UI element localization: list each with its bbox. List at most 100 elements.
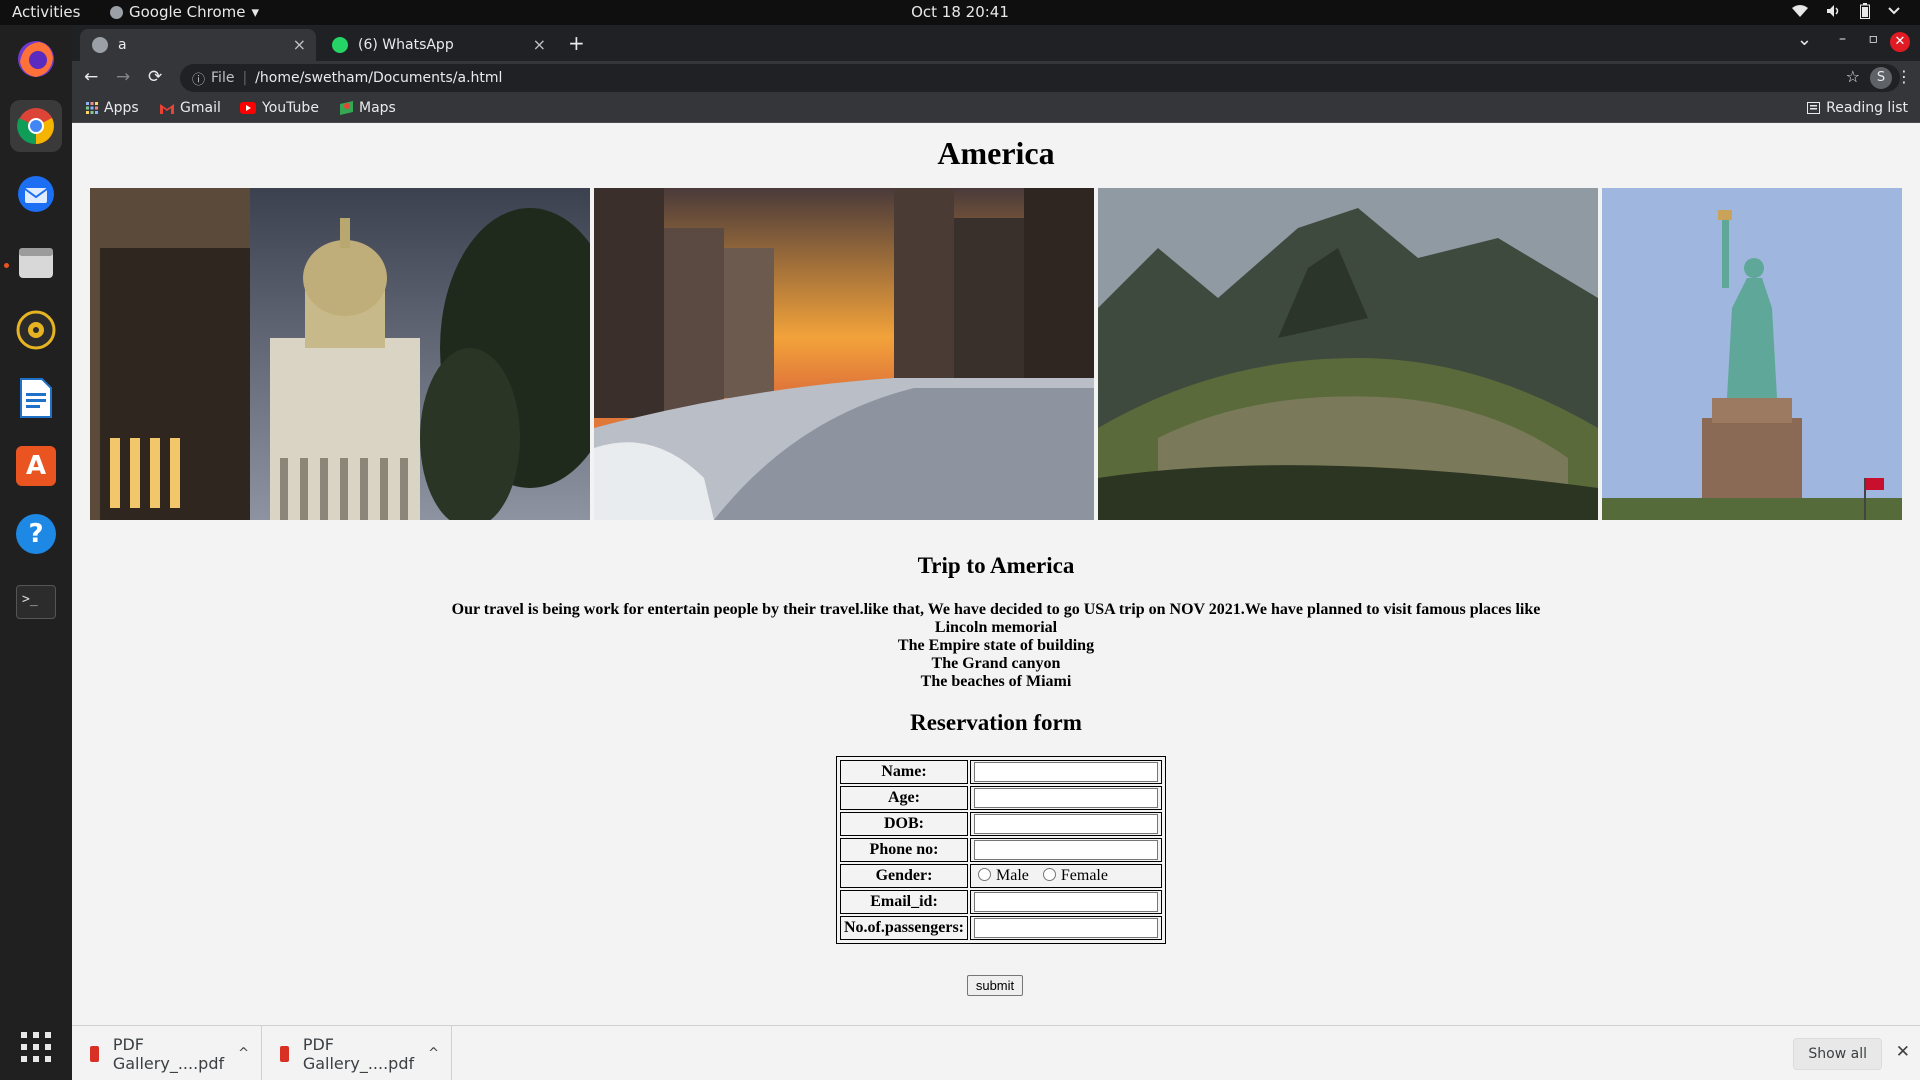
- tab-close-icon[interactable]: ×: [533, 35, 546, 54]
- age-input[interactable]: [974, 788, 1158, 808]
- tab-title: a: [118, 37, 127, 53]
- url-text[interactable]: /home/swetham/Documents/a.html: [255, 70, 502, 86]
- gmail-icon: [160, 103, 174, 114]
- close-shelf-icon[interactable]: ✕: [1896, 1042, 1910, 1062]
- chevron-up-icon[interactable]: ^: [428, 1046, 439, 1061]
- form-row-email: Email_id:: [840, 890, 1162, 914]
- url-separator: |: [242, 70, 248, 86]
- firefox-icon[interactable]: [10, 33, 62, 85]
- bookmark-gmail[interactable]: Gmail: [160, 100, 221, 116]
- files-icon[interactable]: [10, 236, 62, 288]
- gender-label: Gender:: [840, 864, 968, 888]
- trip-heading: Trip to America: [917, 553, 1075, 578]
- phone-input[interactable]: [974, 840, 1158, 860]
- passengers-label: No.of.passengers:: [840, 916, 968, 940]
- clock[interactable]: Oct 18 20:41: [0, 3, 1920, 21]
- chrome-small-icon: [110, 5, 123, 19]
- restore-button[interactable]: ▫: [1869, 31, 1879, 47]
- dob-label: DOB:: [840, 812, 968, 836]
- reload-icon[interactable]: ⟳: [148, 67, 162, 87]
- form-row-phone: Phone no:: [840, 838, 1162, 862]
- rhythmbox-icon[interactable]: [10, 304, 62, 356]
- system-tray[interactable]: [1792, 3, 1900, 19]
- bookmark-star-icon[interactable]: ☆: [1846, 67, 1860, 86]
- info-icon[interactable]: ⓘ: [192, 69, 205, 88]
- download-filename: PDF Gallery_....pdf: [112, 1034, 225, 1073]
- bookmark-label: Maps: [359, 100, 396, 116]
- reservation-heading: Reservation form: [910, 710, 1082, 735]
- address-bar[interactable]: ⓘ File | /home/swetham/Documents/a.html: [180, 64, 1900, 92]
- whatsapp-icon: [332, 37, 348, 53]
- bookmark-label: Apps: [104, 100, 139, 116]
- bookmark-maps[interactable]: Maps: [340, 100, 396, 116]
- tab-title: (6) WhatsApp: [358, 37, 454, 53]
- name-label: Name:: [840, 760, 968, 784]
- tab-a[interactable]: a ×: [80, 29, 316, 61]
- male-radio[interactable]: [978, 868, 991, 881]
- show-applications-icon[interactable]: [19, 1030, 53, 1064]
- form-row-gender: Gender: Male Female: [840, 864, 1162, 888]
- show-all-button[interactable]: Show all: [1793, 1038, 1882, 1070]
- dob-input[interactable]: [974, 814, 1158, 834]
- maps-icon: [340, 101, 353, 115]
- intro-text: Our travel is being work for entertain p…: [72, 601, 1920, 691]
- power-menu-chevron-icon: [1888, 7, 1900, 15]
- writer-icon[interactable]: [10, 372, 62, 424]
- profile-avatar[interactable]: S: [1870, 67, 1892, 89]
- bookmarks-bar: Apps Gmail YouTube Maps Reading list: [72, 95, 1920, 123]
- software-icon[interactable]: A: [10, 440, 62, 492]
- reading-list-button[interactable]: Reading list: [1807, 100, 1908, 116]
- gender-options: Male Female: [970, 864, 1162, 888]
- chevron-down-icon: ▾: [251, 3, 260, 21]
- terminal-icon[interactable]: >_: [10, 576, 62, 628]
- pdf-icon: [90, 1045, 99, 1062]
- help-icon[interactable]: ?: [10, 508, 62, 560]
- chrome-menu-icon[interactable]: ⋮: [1896, 67, 1912, 86]
- tab-strip: a × (6) WhatsApp × + ⌄ – ▫ ✕: [72, 25, 1920, 61]
- bookmark-apps[interactable]: Apps: [86, 100, 139, 116]
- new-tab-button[interactable]: +: [568, 31, 585, 55]
- age-cell: [970, 786, 1162, 810]
- download-item[interactable]: PDF Gallery_....pdf ^: [262, 1026, 452, 1080]
- download-item[interactable]: PDF Gallery_....pdf ^: [72, 1026, 262, 1080]
- email-input[interactable]: [974, 892, 1158, 912]
- browser-toolbar: ← → ⟳ ⓘ File | /home/swetham/Documents/a…: [72, 61, 1920, 95]
- tab-search-icon[interactable]: ⌄: [1797, 29, 1812, 50]
- close-window-button[interactable]: ✕: [1890, 32, 1910, 52]
- running-indicator: [4, 263, 9, 268]
- dob-cell: [970, 812, 1162, 836]
- form-row-age: Age:: [840, 786, 1162, 810]
- chevron-up-icon[interactable]: ^: [238, 1046, 249, 1061]
- url-scheme: File: [211, 70, 235, 86]
- frozen-river-city-photo: [594, 188, 1094, 520]
- app-menu[interactable]: Google Chrome ▾: [110, 3, 259, 21]
- dock: A ? >_: [0, 25, 72, 1080]
- name-input[interactable]: [974, 762, 1158, 782]
- battery-icon: [1860, 3, 1870, 19]
- email-label: Email_id:: [840, 890, 968, 914]
- terminal-glyph: >_: [16, 585, 56, 619]
- page-heading: America: [937, 135, 1055, 171]
- tab-whatsapp[interactable]: (6) WhatsApp ×: [320, 29, 556, 61]
- form-row-name: Name:: [840, 760, 1162, 784]
- tab-close-icon[interactable]: ×: [293, 35, 306, 54]
- submit-button[interactable]: submit: [967, 975, 1023, 996]
- minimize-button[interactable]: –: [1839, 31, 1846, 47]
- forward-arrow-icon[interactable]: →: [116, 67, 130, 87]
- activities-button[interactable]: Activities: [12, 3, 80, 21]
- place-item: The Empire state of building: [897, 637, 1095, 654]
- app-menu-label: Google Chrome: [129, 3, 246, 21]
- bookmark-youtube[interactable]: YouTube: [240, 100, 319, 116]
- reading-list-label: Reading list: [1826, 100, 1908, 116]
- pdf-icon: [280, 1045, 289, 1062]
- form-row-dob: DOB:: [840, 812, 1162, 836]
- place-item: The beaches of Miami: [920, 673, 1072, 690]
- phone-label: Phone no:: [840, 838, 968, 862]
- back-arrow-icon[interactable]: ←: [84, 67, 98, 87]
- passengers-input[interactable]: [974, 918, 1158, 938]
- thunderbird-icon[interactable]: [10, 168, 62, 220]
- female-radio[interactable]: [1042, 868, 1056, 881]
- youtube-icon: [240, 102, 256, 114]
- chrome-icon[interactable]: [10, 100, 62, 152]
- capitol-building-photo: [90, 188, 590, 520]
